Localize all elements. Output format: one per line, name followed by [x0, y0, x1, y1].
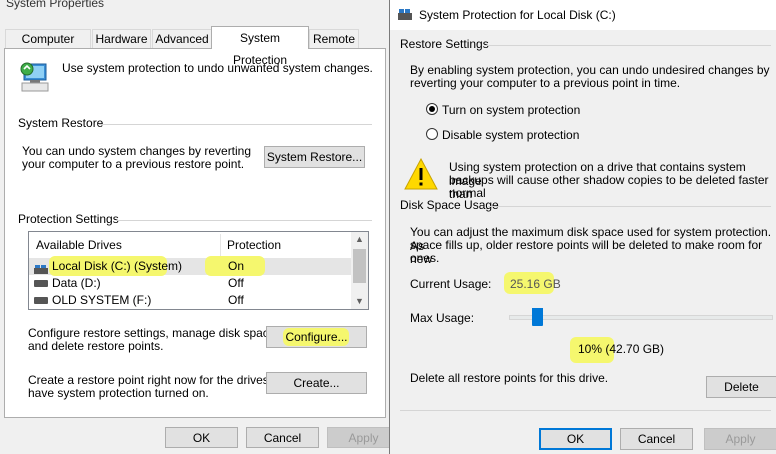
max-usage-slider[interactable]: [509, 306, 773, 330]
radio-dot: [429, 106, 435, 112]
column-header-drives[interactable]: Available Drives: [36, 238, 122, 252]
window-title: System Properties: [6, 0, 105, 10]
divider: [116, 220, 372, 221]
column-header-protection[interactable]: Protection: [227, 238, 281, 252]
max-usage-value: 10% (42.70 GB): [578, 342, 665, 356]
dialog-title: System Protection for Local Disk (C:): [419, 8, 616, 22]
cancel-button[interactable]: Cancel: [246, 427, 319, 448]
divider: [486, 45, 771, 46]
scroll-thumb[interactable]: [353, 249, 366, 283]
max-usage-label: Max Usage:: [410, 311, 475, 325]
delete-button[interactable]: Delete: [706, 376, 776, 398]
drive-icon: [34, 280, 48, 287]
divider: [488, 206, 771, 207]
system-properties-window: System Properties Computer Name Hardware…: [0, 0, 400, 454]
drive-row-f[interactable]: OLD SYSTEM (F:) Off: [29, 292, 351, 309]
system-restore-desc-line2: your computer to a previous restore poin…: [22, 157, 245, 171]
drive-row-d[interactable]: Data (D:) Off: [29, 275, 351, 292]
cancel-button[interactable]: Cancel: [620, 428, 693, 450]
create-desc-line2: have system protection turned on.: [28, 386, 209, 400]
footer-divider: [400, 410, 771, 411]
drive-status: Off: [228, 293, 244, 307]
configure-button-label: Configure...: [285, 330, 348, 344]
drive-name: Data (D:): [52, 276, 101, 290]
windows-drive-icon: [34, 262, 48, 274]
drive-icon: [34, 297, 48, 304]
warning-icon: [404, 157, 438, 190]
scroll-down-icon[interactable]: ▼: [355, 296, 364, 306]
radio-disable[interactable]: [426, 128, 438, 140]
drive-row-c[interactable]: Local Disk (C:) (System) On: [29, 256, 351, 276]
configure-desc-line2: and delete restore points.: [28, 339, 164, 353]
create-desc-line1: Create a restore point right now for the…: [28, 373, 293, 387]
drive-name: OLD SYSTEM (F:): [52, 293, 152, 307]
drive-title-icon: [398, 9, 412, 20]
system-restore-button[interactable]: System Restore...: [264, 146, 365, 168]
scroll-up-icon[interactable]: ▲: [355, 234, 364, 244]
radio-disable-label[interactable]: Disable system protection: [442, 128, 579, 142]
configure-button[interactable]: Configure...: [266, 326, 367, 348]
list-scrollbar[interactable]: ▲ ▼: [351, 232, 368, 309]
tab-computer-name[interactable]: Computer Name: [5, 29, 91, 64]
create-button[interactable]: Create...: [266, 372, 367, 394]
tab-remote[interactable]: Remote: [309, 29, 359, 48]
intro-text: Use system protection to undo unwanted s…: [62, 61, 373, 75]
drive-status: On: [228, 259, 245, 273]
apply-button[interactable]: Apply: [704, 428, 776, 450]
tab-advanced[interactable]: Advanced: [152, 29, 212, 48]
slider-track: [509, 315, 773, 320]
restore-settings-group-title: Restore Settings: [400, 37, 489, 51]
drives-list[interactable]: Available Drives Protection Local Disk (…: [28, 231, 369, 310]
restore-desc-line2: reverting your computer to a previous po…: [410, 76, 681, 90]
protection-settings-group-title: Protection Settings: [18, 212, 119, 226]
drive-protection-dialog: System Protection for Local Disk (C:) Re…: [389, 0, 776, 454]
restore-desc-line1: By enabling system protection, you can u…: [410, 63, 770, 77]
tab-hardware[interactable]: Hardware: [92, 29, 151, 48]
delete-desc: Delete all restore points for this drive…: [410, 371, 609, 385]
configure-desc-line1: Configure restore settings, manage disk …: [28, 326, 279, 340]
disk-desc-line2: space fills up, older restore points wil…: [410, 238, 763, 266]
radio-turn-on-label[interactable]: Turn on system protection: [442, 103, 580, 117]
disk-space-group-title: Disk Space Usage: [400, 198, 499, 212]
warning-line2: backups will cause other shadow copies t…: [449, 173, 769, 201]
slider-thumb[interactable]: [532, 308, 543, 326]
current-usage-label: Current Usage:: [410, 277, 492, 291]
tab-system-protection[interactable]: System Protection: [211, 26, 309, 67]
drive-status: Off: [228, 276, 244, 290]
system-restore-desc-line1: You can undo system changes by reverting: [22, 144, 252, 158]
system-protection-icon: [18, 58, 50, 94]
radio-turn-on[interactable]: [426, 103, 438, 115]
ok-button[interactable]: OK: [165, 427, 238, 448]
ok-button[interactable]: OK: [539, 428, 612, 450]
column-divider: [220, 234, 221, 256]
drive-name: Local Disk (C:) (System): [52, 259, 183, 273]
disk-desc-line3: ones.: [410, 251, 440, 265]
current-usage-value: 25.16 GB: [510, 277, 561, 291]
system-restore-group-title: System Restore: [18, 116, 104, 130]
divider: [98, 124, 372, 125]
